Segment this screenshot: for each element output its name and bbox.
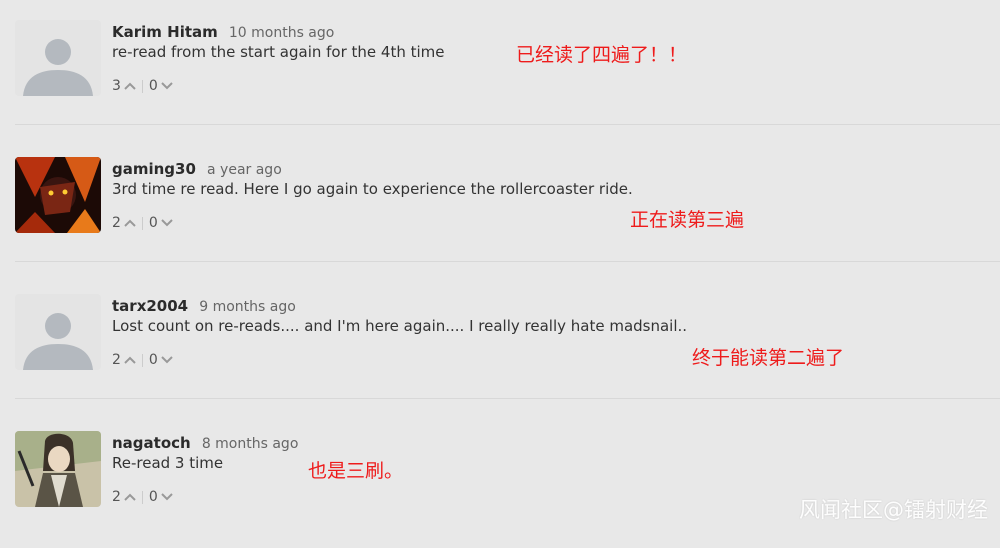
vote-divider (141, 79, 143, 93)
comment-item: Karim Hitam 10 months ago re-read from t… (0, 0, 1000, 137)
vote-divider (141, 216, 143, 230)
avatar[interactable] (15, 20, 101, 96)
upvote-icon[interactable] (124, 219, 136, 227)
author-name[interactable]: nagatoch (112, 434, 191, 452)
comment-divider (15, 261, 1000, 262)
default-avatar-icon (15, 294, 101, 370)
upvote-count: 3 (112, 78, 121, 94)
comment-divider (15, 124, 1000, 125)
comment-time[interactable]: a year ago (207, 162, 282, 178)
comment-text: re-read from the start again for the 4th… (112, 43, 445, 61)
downvote-icon[interactable] (161, 82, 173, 90)
comment-divider (15, 398, 1000, 399)
downvote-count: 0 (148, 489, 158, 505)
annotation-note: 终于能读第二遍了 (692, 347, 845, 369)
upvote-count: 2 (112, 215, 121, 231)
watermark: 风闻社区@镭射财经 (799, 498, 988, 522)
downvote-count: 0 (148, 78, 158, 94)
comment-text: Re-read 3 time (112, 454, 224, 472)
annotation-note: 正在读第三遍 (630, 209, 745, 231)
author-name[interactable]: tarx2004 (112, 297, 188, 315)
vote-bar: 2 0 (112, 215, 173, 231)
comment-item: nagatoch 8 months ago Re-read 3 time 2 0 (0, 411, 1000, 548)
vote-bar: 2 0 (112, 352, 173, 368)
comment-item: gaming30 a year ago 3rd time re read. He… (0, 137, 1000, 274)
upvote-icon[interactable] (124, 356, 136, 364)
comment-time[interactable]: 10 months ago (229, 25, 334, 41)
author-name[interactable]: gaming30 (112, 160, 196, 178)
default-avatar-icon (15, 20, 101, 96)
downvote-count: 0 (148, 352, 158, 368)
downvote-icon[interactable] (161, 356, 173, 364)
comment-item: tarx2004 9 months ago Lost count on re-r… (0, 274, 1000, 411)
comment-text: Lost count on re-reads.... and I'm here … (112, 317, 688, 335)
anime-avatar-green-icon (15, 431, 101, 507)
downvote-icon[interactable] (161, 493, 173, 501)
comment-text: 3rd time re read. Here I go again to exp… (112, 180, 633, 198)
downvote-icon[interactable] (161, 219, 173, 227)
avatar[interactable] (15, 431, 101, 507)
anime-avatar-red-icon (15, 157, 101, 233)
upvote-icon[interactable] (124, 493, 136, 501)
avatar[interactable] (15, 294, 101, 370)
vote-bar: 3 0 (112, 78, 173, 94)
annotation-note: 已经读了四遍了！！ (516, 44, 688, 66)
downvote-count: 0 (148, 215, 158, 231)
author-name[interactable]: Karim Hitam (112, 23, 218, 41)
comment-time[interactable]: 9 months ago (199, 299, 296, 315)
upvote-icon[interactable] (124, 82, 136, 90)
vote-divider (141, 490, 143, 504)
upvote-count: 2 (112, 352, 121, 368)
annotation-note: 也是三刷。 (308, 460, 404, 482)
comment-time[interactable]: 8 months ago (202, 436, 299, 452)
vote-divider (141, 353, 143, 367)
vote-bar: 2 0 (112, 489, 173, 505)
upvote-count: 2 (112, 489, 121, 505)
avatar[interactable] (15, 157, 101, 233)
